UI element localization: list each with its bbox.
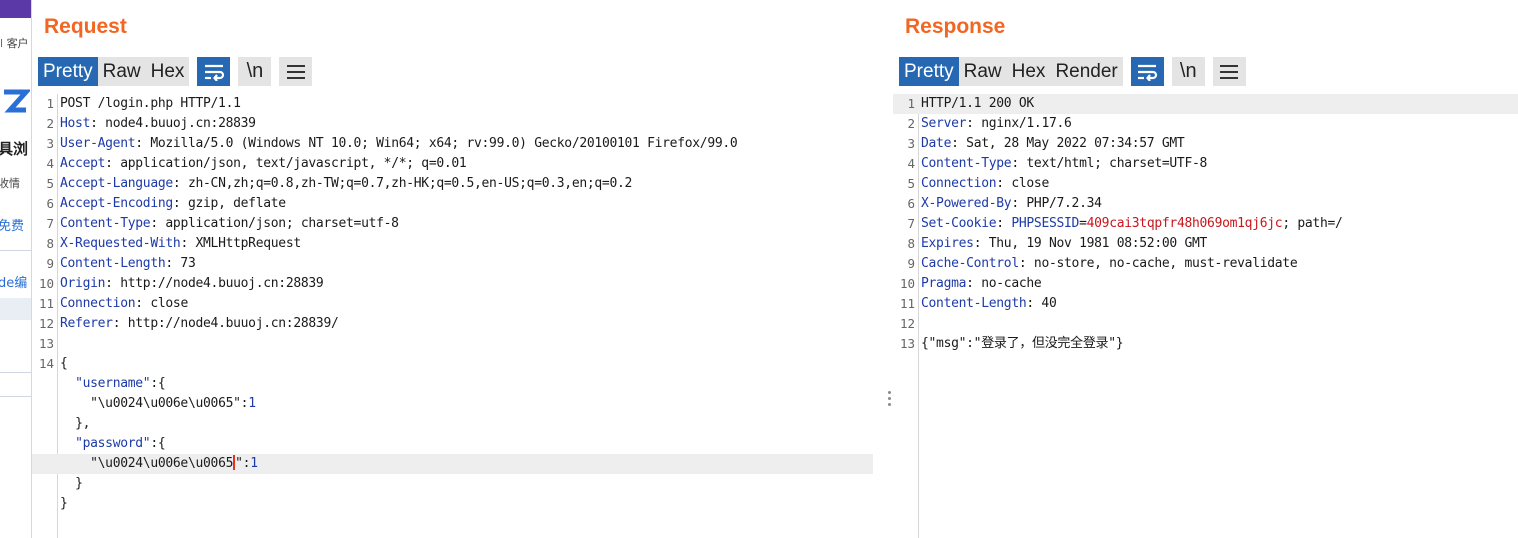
json-line: "username":{ — [75, 376, 166, 391]
header-key: Origin — [60, 276, 106, 291]
header-key: Connection — [60, 296, 136, 311]
request-title: Request — [44, 15, 127, 38]
code-line: 5 Connection: close — [907, 176, 1049, 191]
code-line: 4 Content-Type: text/html; charset=UTF-8 — [907, 156, 1208, 171]
response-title: Response — [905, 15, 1006, 38]
header-key: X-Powered-By — [921, 196, 1012, 211]
header-key: Content-Type — [60, 216, 151, 231]
json-line: } — [75, 476, 83, 491]
background-text-fragment: 具浏 — [0, 140, 29, 158]
cookie-name: PHPSESSID — [1003, 216, 1080, 231]
code-line: 6 Accept-Encoding: gzip, deflate — [46, 196, 286, 211]
code-line: 14{ — [38, 356, 68, 371]
newline-toggle-icon[interactable]: \n — [1171, 57, 1205, 86]
request-tab-hex[interactable]: Hex — [145, 57, 190, 86]
code-line: 12 Referer: http://node4.buuoj.cn:28839/ — [38, 316, 339, 331]
background-text-fragment: 免费 — [0, 219, 25, 234]
background-header-bar — [0, 0, 31, 18]
background-browser-page: ⅼ 客户 具浏 收情 免费 de编 — [0, 0, 32, 538]
code-line: 6 X-Powered-By: PHP/7.2.34 — [907, 196, 1102, 211]
code-line: 13 {"msg":"登录了，但没完全登录"} — [899, 336, 1124, 351]
header-key: Connection — [921, 176, 997, 191]
code-line: 3 User-Agent: Mozilla/5.0 (Windows NT 10.… — [46, 136, 738, 151]
background-divider — [0, 250, 31, 251]
header-key: Accept-Encoding — [60, 196, 173, 211]
json-line: "password":{ — [75, 436, 166, 451]
json-line-current: "\u0024\u006e\u0065 ":1 — [32, 454, 873, 474]
panel-resize-handle[interactable] — [885, 388, 893, 418]
header-key: Host — [60, 116, 91, 131]
response-tab-render[interactable]: Render — [1050, 57, 1123, 86]
json-line: }, — [75, 416, 91, 431]
response-toolbar: Pretty Raw Hex Render \n — [899, 57, 1246, 86]
response-tab-pretty[interactable]: Pretty — [899, 57, 959, 86]
background-text-fragment: ⅼ 客户 — [0, 37, 29, 50]
header-key: X-Requested-With — [60, 236, 181, 251]
code-line: 10 Pragma: no-cache — [899, 276, 1042, 291]
menu-icon[interactable] — [1212, 57, 1246, 86]
background-divider — [0, 372, 31, 373]
json-line: } — [60, 496, 68, 511]
background-text-fragment: de编 — [0, 276, 28, 291]
code-line: 2 Host: node4.buuoj.cn:28839 — [46, 116, 256, 131]
code-line: 4 Accept: application/json, text/javascri… — [46, 156, 467, 171]
header-key: Referer — [60, 316, 113, 331]
background-band — [0, 298, 31, 320]
header-key: Set-Cookie — [921, 216, 997, 231]
request-panel: Request Pretty Raw Hex \n 1 POST /login.p… — [32, 0, 885, 538]
code-line: 9 Content-Length: 73 — [46, 256, 196, 271]
response-panel: Response Pretty Raw Hex Render \n 1 HTTP/… — [893, 0, 1518, 538]
request-tab-pretty[interactable]: Pretty — [38, 57, 98, 86]
request-editor[interactable]: 1 POST /login.php HTTP/1.1 2 Host: node4.b… — [32, 94, 885, 538]
code-line: 8 X-Requested-With: XMLHttpRequest — [46, 236, 301, 251]
header-key: Cache-Control — [921, 256, 1019, 271]
response-tab-hex[interactable]: Hex — [1006, 57, 1051, 86]
wrap-lines-icon[interactable] — [197, 57, 231, 86]
response-tab-raw[interactable]: Raw — [958, 57, 1007, 86]
header-key: Content-Length — [921, 296, 1027, 311]
header-key: Accept — [60, 156, 106, 171]
code-line: 7 Set-Cookie: PHPSESSID=409cai3tqpfr48h06… — [907, 216, 1343, 231]
header-key: Pragma — [921, 276, 967, 291]
code-line: 8 Expires: Thu, 19 Nov 1981 08:52:00 GMT — [907, 236, 1208, 251]
background-logo-icon — [4, 89, 30, 113]
header-key: User-Agent — [60, 136, 136, 151]
code-line: 1 POST /login.php HTTP/1.1 — [46, 96, 241, 111]
code-line: 11 Content-Length: 40 — [899, 296, 1057, 311]
header-key: Date — [921, 136, 952, 151]
menu-icon[interactable] — [279, 57, 313, 86]
code-line: 5 Accept-Language: zh-CN,zh;q=0.8,zh-TW;q… — [46, 176, 633, 191]
code-line: 10 Origin: http://node4.buuoj.cn:28839 — [38, 276, 324, 291]
response-editor[interactable]: 1 HTTP/1.1 200 OK 2 Server: nginx/1.17.6 3… — [893, 94, 1518, 538]
code-line: 11 Connection: close — [38, 296, 188, 311]
header-key: Content-Type — [921, 156, 1012, 171]
request-toolbar: Pretty Raw Hex \n — [38, 57, 313, 86]
code-line: 13 — [38, 336, 54, 351]
background-text-fragment: 收情 — [0, 177, 20, 190]
background-divider — [0, 396, 31, 397]
header-key: Server — [921, 116, 967, 131]
code-line: 2 Server: nginx/1.17.6 — [907, 116, 1072, 131]
newline-toggle-icon[interactable]: \n — [238, 57, 272, 86]
header-key: Expires — [921, 236, 974, 251]
request-tab-raw[interactable]: Raw — [97, 57, 146, 86]
cookie-value: 409cai3tqpfr48h069om1qj6jc — [1086, 216, 1283, 231]
header-key: Content-Length — [60, 256, 166, 271]
wrap-lines-icon[interactable] — [1130, 57, 1164, 86]
code-line: 12 — [899, 316, 915, 331]
code-line-current: 1 HTTP/1.1 200 OK — [893, 94, 1518, 114]
code-line: 9 Cache-Control: no-store, no-cache, must… — [907, 256, 1298, 271]
code-line: 3 Date: Sat, 28 May 2022 07:34:57 GMT — [907, 136, 1185, 151]
header-key: Accept-Language — [60, 176, 173, 191]
code-line: 7 Content-Type: application/json; charset… — [46, 216, 399, 231]
json-line: "\u0024\u006e\u0065":1 — [90, 396, 256, 411]
